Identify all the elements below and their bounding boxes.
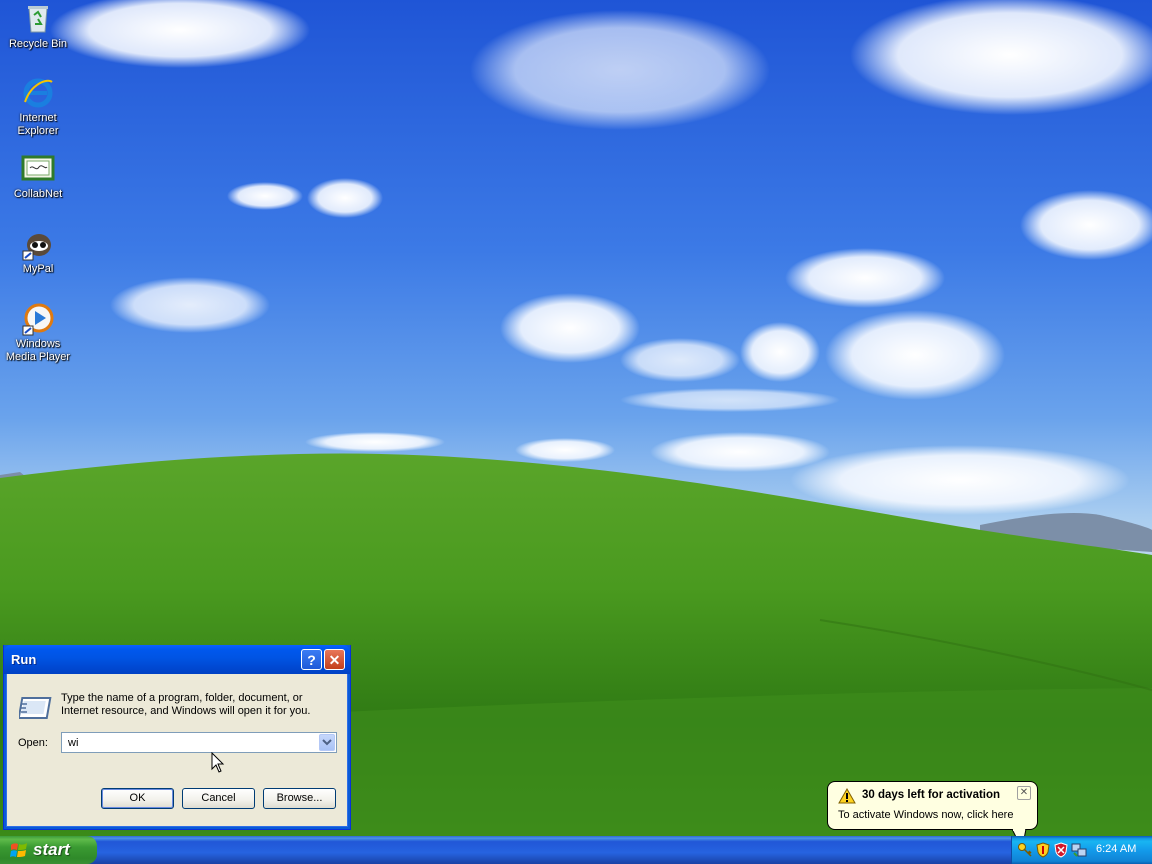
collabnet-icon — [21, 155, 55, 181]
run-dialog: Run ? ✕ Type the name of a program, fold… — [3, 645, 351, 830]
ok-button[interactable]: OK — [101, 788, 174, 809]
activation-key-icon[interactable] — [1017, 842, 1033, 858]
dropdown-arrow-button[interactable] — [319, 734, 335, 751]
mouse-cursor-icon — [211, 752, 225, 773]
desktop-icon-label: Internet — [19, 112, 57, 124]
desktop-icon-collabnet[interactable]: CollabNet — [0, 152, 76, 201]
clock[interactable]: 6:24 AM — [1096, 843, 1136, 855]
run-icon — [19, 697, 52, 719]
network-icon[interactable] — [1071, 842, 1087, 858]
desktop-icon-windows-media-player[interactable]: Windows Media Player — [0, 302, 76, 364]
balloon-close-button[interactable]: ✕ — [1017, 786, 1031, 800]
activation-balloon[interactable]: 30 days left for activation To activate … — [827, 781, 1038, 851]
open-combobox[interactable]: wi — [61, 732, 337, 753]
help-button[interactable]: ? — [301, 649, 322, 670]
start-label: start — [33, 840, 70, 859]
desktop-icon-recycle-bin[interactable]: Recycle Bin — [0, 2, 76, 51]
desktop-icon-label: Explorer — [17, 125, 59, 137]
browse-button[interactable]: Browse... — [263, 788, 336, 809]
recycle-bin-icon — [28, 6, 48, 33]
desktop-icon-label: Windows — [15, 338, 61, 350]
open-input-value[interactable]: wi — [68, 737, 78, 749]
balloon-text[interactable]: To activate Windows now, click here — [838, 809, 1013, 821]
mypal-icon — [22, 234, 51, 261]
run-dialog-titlebar[interactable]: Run ? ✕ — [4, 645, 350, 674]
desktop-icon-label: MyPal — [22, 263, 54, 275]
desktop-icon-internet-explorer[interactable]: Internet Explorer — [0, 76, 76, 138]
windows-logo-icon — [10, 843, 27, 857]
desktop-icon-label: CollabNet — [13, 188, 63, 200]
run-dialog-title: Run — [11, 652, 37, 667]
desktop-icon-label: Recycle Bin — [8, 38, 68, 50]
taskbar: start 6:24 AM — [0, 836, 1152, 864]
desktop-icon-label: Media Player — [5, 351, 71, 363]
close-button[interactable]: ✕ — [324, 649, 345, 670]
chevron-down-icon — [322, 739, 332, 746]
run-dialog-body: Type the name of a program, folder, docu… — [7, 674, 347, 826]
balloon-title: 30 days left for activation — [862, 789, 1001, 801]
run-description: Type the name of a program, folder, docu… — [61, 692, 311, 717]
desktop-icon-mypal[interactable]: MyPal — [0, 227, 76, 276]
cancel-button[interactable]: Cancel — [182, 788, 255, 809]
internet-explorer-icon — [23, 78, 53, 108]
open-label: Open: — [18, 737, 48, 749]
start-button[interactable]: start — [0, 836, 97, 864]
antivirus-icon[interactable] — [1053, 842, 1069, 858]
security-shield-icon[interactable] — [1035, 842, 1051, 858]
system-tray: 6:24 AM — [1011, 836, 1152, 864]
windows-media-player-icon — [22, 303, 54, 336]
warning-icon — [838, 788, 856, 804]
